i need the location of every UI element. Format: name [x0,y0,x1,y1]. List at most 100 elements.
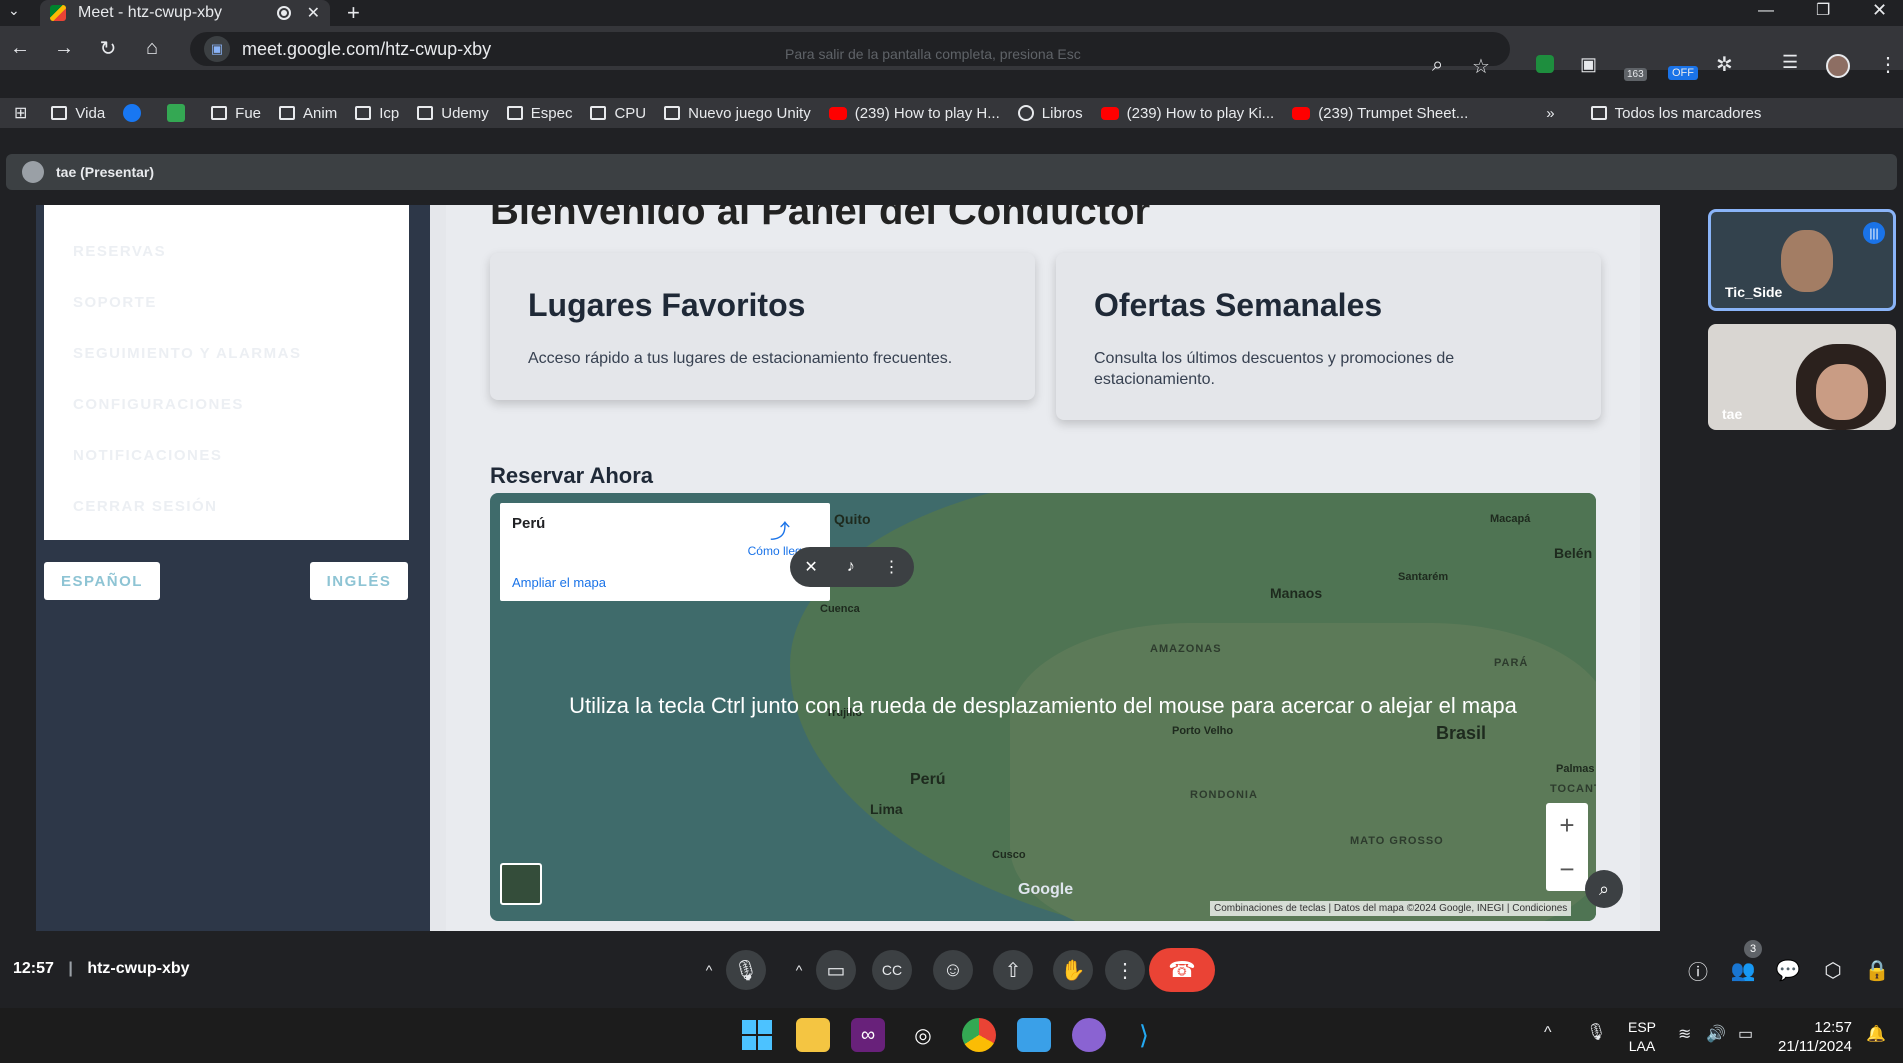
shield-extension-icon[interactable] [1536,55,1554,73]
file-explorer-icon[interactable] [796,1018,830,1052]
more-options-icon[interactable]: ⋮ [884,557,900,577]
raise-hand-button[interactable]: ✋ [1053,950,1093,990]
presenter-label: tae (Presentar) [56,164,155,180]
volume-icon[interactable]: 🔊 [1706,1024,1726,1044]
back-button[interactable]: ← [2,30,38,66]
mute-mic-icon[interactable]: ✕ [804,557,817,577]
restore-button[interactable]: ❐ [1816,0,1830,20]
activities-icon[interactable]: ⬡ [1813,950,1853,990]
wifi-icon[interactable]: ≋ [1678,1024,1691,1044]
participant-tile[interactable]: ||| Tic_Side [1708,209,1896,311]
profile-avatar[interactable] [1826,54,1850,78]
extension-badge-163[interactable]: 163 [1624,68,1647,81]
input-language[interactable]: ESP LAA [1628,1018,1656,1056]
recording-icon [276,6,291,20]
bookmark-youtube-3[interactable]: (239) Trumpet Sheet... [1292,105,1468,122]
bookmark-icp[interactable]: Icp [355,105,399,122]
offers-card[interactable]: Ofertas Semanales Consulta los últimos d… [1056,253,1601,420]
present-screen-button[interactable]: ⇧ [993,950,1033,990]
bookmark-udemy[interactable]: Udemy [417,105,489,122]
menu-item-seguimiento[interactable]: SEGUIMIENTO Y ALARMAS [73,345,301,362]
menu-item-notificaciones[interactable]: NOTIFICACIONES [73,447,222,464]
meeting-info: 12:57 | htz-cwup-xby [13,960,190,978]
speaking-indicator-icon: ||| [1863,222,1885,244]
github-desktop-icon[interactable] [1072,1018,1106,1052]
zoom-icon[interactable]: ⌕ [1432,54,1443,77]
english-button[interactable]: INGLÉS [310,562,408,600]
map[interactable]: Quito Cuenca Trujillo Lima Cusco Perú Ma… [490,493,1596,921]
video-options-chevron-icon[interactable]: ^ [779,950,819,990]
emoji-reactions-button[interactable]: ☺ [933,950,973,990]
media-extension-icon[interactable]: ▣ [1580,54,1597,75]
bookmark-fue[interactable]: Fue [211,105,261,122]
extension-badge-off[interactable]: OFF [1668,66,1698,80]
zoom-in-button[interactable]: + [1559,810,1574,841]
tab-search-chevron-icon[interactable]: ⌄ [8,2,20,19]
menu-item-cerrar-sesion[interactable]: CERRAR SESIÓN [73,498,218,515]
bookmark-px[interactable] [167,104,193,122]
show-hidden-icons-icon[interactable]: ^ [1544,1024,1552,1042]
camera-button[interactable]: ▭ [816,950,856,990]
unity-icon[interactable]: ◎ [906,1018,940,1052]
bookmark-anim[interactable]: Anim [279,105,337,122]
reload-button[interactable]: ↻ [90,30,126,66]
meeting-details-icon[interactable]: ⓘ [1678,950,1718,990]
system-clock[interactable]: 12:57 21/11/2024 [1778,1018,1852,1056]
captions-button[interactable]: CC [872,950,912,990]
leave-call-button[interactable]: ☎ [1149,948,1215,992]
notepad-icon[interactable] [1017,1018,1051,1052]
menu-item-soporte[interactable]: SOPORTE [73,294,157,311]
bookmark-vida[interactable]: Vida [51,105,105,122]
bookmark-youtube-1[interactable]: (239) How to play H... [828,105,1000,122]
menu-item-reservas[interactable]: RESERVAS [73,243,166,260]
more-options-button[interactable]: ⋮ [1105,950,1145,990]
map-footer[interactable]: Combinaciones de teclas | Datos del mapa… [1210,901,1572,916]
bookmark-unity[interactable]: Nuevo juego Unity [664,105,811,122]
extensions-puzzle-icon[interactable]: ✲ [1716,52,1733,77]
bookmark-espec[interactable]: Espec [506,105,572,122]
new-tab-button[interactable]: + [347,0,360,26]
battery-icon[interactable]: ▭ [1738,1024,1753,1044]
bookmark-cpu[interactable]: CPU [590,105,646,122]
favorites-card[interactable]: Lugares Favoritos Acceso rápido a tus lu… [490,253,1035,400]
minimize-button[interactable]: — [1758,2,1774,20]
chrome-icon[interactable] [962,1018,996,1052]
speaker-icon[interactable]: ♪ [847,558,855,576]
home-button[interactable]: ⌂ [134,30,170,66]
forward-button[interactable]: → [46,30,82,66]
chat-icon[interactable]: 💬 [1768,950,1808,990]
bookmark-youtube-2[interactable]: (239) How to play Ki... [1100,105,1274,122]
browser-menu-icon[interactable]: ⋮ [1878,52,1898,77]
map-type-toggle[interactable] [500,863,542,905]
tray-microphone-icon[interactable]: 🎙 [1586,1022,1606,1042]
participant-tile[interactable]: tae [1708,324,1896,430]
reading-list-icon[interactable]: ☰ [1782,52,1798,73]
zoom-out-button[interactable]: − [1559,854,1574,885]
audio-options-chevron-icon[interactable]: ^ [689,950,729,990]
star-bookmark-icon[interactable]: ☆ [1472,54,1490,79]
start-button[interactable] [740,1018,774,1052]
spanish-button[interactable]: ESPAÑOL [44,562,160,600]
microphone-button[interactable]: 🎙 [726,950,766,990]
more-bookmarks-icon[interactable]: » [1546,105,1554,122]
menu-item-configuraciones[interactable]: CONFIGURACIONES [73,396,244,413]
meeting-separator: | [68,960,73,977]
notifications-bell-icon[interactable]: 🔔 [1866,1024,1886,1044]
site-info-icon[interactable]: ▣ [204,36,230,62]
apps-grid-icon[interactable]: ⊞ [14,103,27,123]
zoom-shared-screen-icon[interactable]: ⌕ [1585,870,1623,908]
bookmark-facebook[interactable] [123,104,149,122]
close-window-button[interactable]: ✕ [1872,0,1887,21]
host-controls-icon[interactable]: 🔒 [1857,950,1897,990]
globe-icon [1017,105,1034,121]
all-bookmarks-label: Todos los marcadores [1614,104,1762,122]
tab-meet[interactable]: Meet - htz-cwup-xby ✕ [40,0,330,26]
close-tab-icon[interactable]: ✕ [307,3,320,23]
vscode-icon[interactable]: ⟩ [1127,1018,1161,1052]
bookmark-libros[interactable]: Libros [1017,105,1083,122]
directions-icon: ⤴ [770,521,790,543]
map-label-rondonia: RONDONIA [1190,789,1258,801]
visual-studio-icon[interactable]: ∞ [851,1018,885,1052]
all-bookmarks[interactable]: Todos los marcadores [1590,104,1762,122]
enlarge-map-link[interactable]: Ampliar el mapa [512,575,606,590]
